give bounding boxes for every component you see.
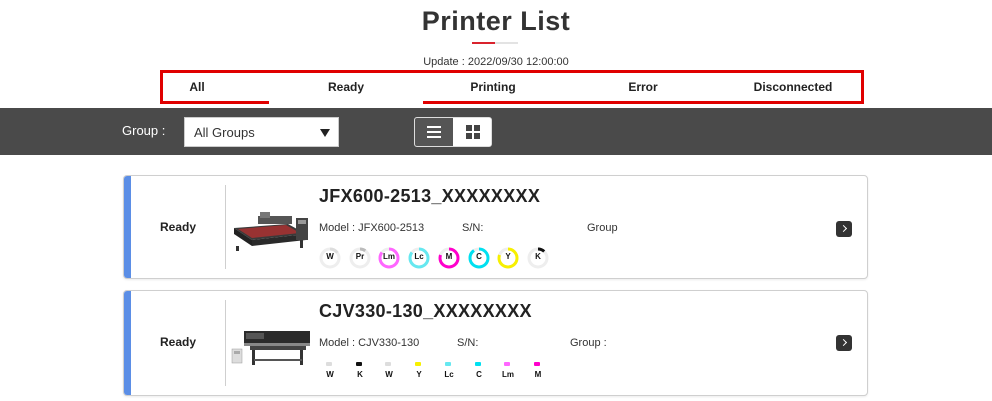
ink-indicator-k: K [527,247,549,269]
card-divider [225,300,226,386]
chevron-right-icon[interactable] [836,221,852,237]
ink-label: C [476,252,482,261]
printer-group: Group [587,222,618,234]
page-title: Printer List [421,6,571,36]
ink-indicator-lc: Lc [408,247,430,269]
ink-indicator-w: W [319,247,341,269]
tab-ready[interactable]: Ready [269,73,423,104]
printer-model: Model : JFX600-2513 [319,222,425,234]
ink-label: K [535,252,541,261]
ink-indicator-c: C [468,247,490,269]
status-indicator-bar [124,176,131,278]
ink-label: W [385,370,393,379]
ink-indicator-k: K [349,360,371,382]
dropdown-arrow-icon [320,129,330,137]
tab-all[interactable]: All [163,73,231,101]
ink-label: Pr [355,252,365,261]
printer-name: CJV330-130_XXXXXXXX [319,301,532,321]
ink-indicator-c: C [468,360,490,382]
ink-label: K [357,370,363,379]
ink-color-chip-icon [356,362,362,366]
ink-color-chip-icon [445,362,451,366]
group-select[interactable]: All Groups [184,117,339,147]
printer-card-2[interactable]: Ready CJV330-130_XXXXXXXX Model : CJV330… [123,290,868,396]
card-divider [225,185,226,269]
group-select-value: All Groups [194,125,255,140]
ink-indicator-y: Y [408,360,430,382]
chevron-right-icon[interactable] [836,335,852,351]
printer-status: Ready [159,335,197,349]
list-view-icon [427,126,441,138]
ink-label: Lm [502,370,514,379]
ink-label: Lm [383,252,395,261]
ink-label: Lc [444,370,454,379]
printer-model: Model : CJV330-130 [319,337,420,349]
flatbed-printer-image [234,212,308,251]
printer-card-1[interactable]: Ready JFX600-2513_XXXXXXXX Model : JFX60… [123,175,868,279]
ink-color-chip-icon [504,362,510,366]
ink-color-chip-icon [415,362,421,366]
ink-label: W [326,370,334,379]
ink-color-chip-icon [385,362,391,366]
ink-label: C [476,370,482,379]
list-view-button[interactable] [415,118,453,146]
grid-view-icon [466,125,480,139]
update-timestamp: Update : 2022/09/30 12:00:00 [423,56,569,68]
printer-name: JFX600-2513_XXXXXXXX [319,186,541,206]
ink-label: M [534,370,542,379]
tab-disconnected[interactable]: Disconnected [738,73,848,101]
ink-indicator-m: M [438,247,460,269]
ink-color-chip-icon [475,362,481,366]
printer-serial: S/N: [457,337,479,349]
ink-color-chip-icon [534,362,540,366]
title-underline [472,42,518,44]
ink-color-chip-icon [326,362,332,366]
group-label: Group : [122,123,166,138]
toolbar: Group : All Groups [0,108,992,155]
roll-printer-image [231,331,310,365]
tab-printing[interactable]: Printing [453,73,533,101]
ink-label: M [445,252,453,261]
tab-error[interactable]: Error [608,73,678,101]
ink-label: Y [505,252,511,261]
ink-label: W [326,252,334,261]
printer-status: Ready [159,220,197,234]
ink-indicator-m: M [527,360,549,382]
ink-label: Lc [414,252,424,261]
status-tabs: All Ready Printing Error Disconnected [160,70,864,104]
view-toggle [414,117,492,147]
ink-indicator-lm: Lm [378,247,400,269]
ink-label: Y [416,370,422,379]
ink-indicator-y: Y [497,247,519,269]
ink-indicator-w: W [378,360,400,382]
grid-view-button[interactable] [454,118,491,146]
ink-indicator-lm: Lm [497,360,519,382]
printer-group: Group : [570,337,607,349]
printer-serial: S/N: [462,222,484,234]
ink-indicator-w: W [319,360,341,382]
ink-indicator-pr: Pr [349,247,371,269]
ink-indicator-lc: Lc [438,360,460,382]
status-indicator-bar [124,291,131,395]
